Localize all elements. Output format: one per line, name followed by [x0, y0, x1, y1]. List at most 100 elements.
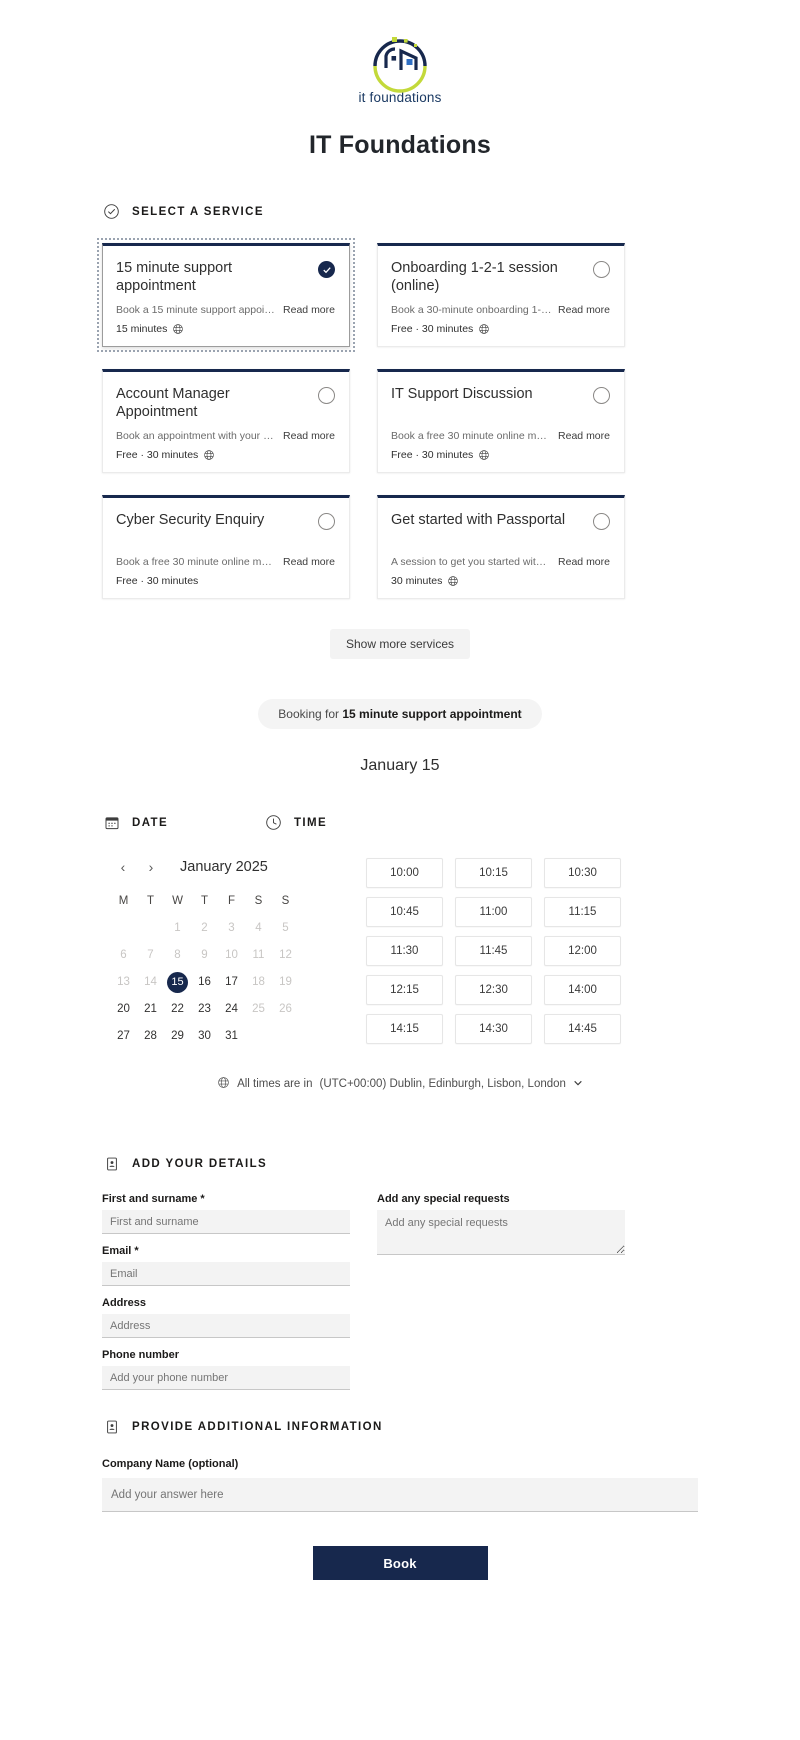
- service-meta: 15 minutes: [116, 323, 335, 335]
- service-card[interactable]: Cyber Security Enquiry Book a free 30 min…: [102, 495, 350, 599]
- time-slot-button[interactable]: 10:30: [544, 858, 621, 888]
- service-read-more-link[interactable]: Read more: [558, 304, 610, 316]
- service-read-more-link[interactable]: Read more: [558, 430, 610, 442]
- time-slot-button[interactable]: 12:30: [455, 975, 532, 1005]
- service-card[interactable]: 15 minute support appointment Book a 15 m…: [97, 238, 355, 352]
- service-read-more-link[interactable]: Read more: [283, 556, 335, 568]
- service-description: Book a 15 minute support appointment: [116, 304, 277, 316]
- it-foundations-logo: [362, 26, 438, 102]
- clock-icon: [264, 813, 283, 832]
- time-slot-button[interactable]: 11:15: [544, 897, 621, 927]
- calendar-day-disabled: 26: [279, 1003, 292, 1015]
- calendar: ‹ › January 2025 M T W T F S S 1 2 3 4 5 6 7 8 9 10 11 12 1…: [102, 832, 366, 1048]
- time-slot-button[interactable]: 11:45: [455, 936, 532, 966]
- page-title: IT Foundations: [309, 131, 491, 159]
- booking-banner-prefix: Booking for: [278, 707, 343, 721]
- contact-card-icon: [102, 1154, 121, 1173]
- calendar-day[interactable]: 29: [164, 1024, 191, 1048]
- time-slot-button[interactable]: 14:45: [544, 1014, 621, 1044]
- calendar-day[interactable]: 23: [191, 997, 218, 1021]
- date-time-body: ‹ › January 2025 M T W T F S S 1 2 3 4 5 6 7 8 9 10 11 12 1…: [0, 832, 800, 1048]
- calendar-day-selected[interactable]: 15: [164, 970, 191, 994]
- service-read-more-link[interactable]: Read more: [558, 556, 610, 568]
- service-name: Get started with Passportal: [391, 512, 566, 528]
- service-card-top: 15 minute support appointment: [116, 259, 335, 295]
- radio-checked-icon[interactable]: [318, 261, 335, 278]
- time-slot-button[interactable]: 14:30: [455, 1014, 532, 1044]
- time-slot-button[interactable]: 12:15: [366, 975, 443, 1005]
- calendar-day[interactable]: 17: [218, 970, 245, 994]
- service-card[interactable]: Onboarding 1-2-1 session (online) Book a …: [377, 243, 625, 347]
- form-field-input[interactable]: [102, 1262, 350, 1286]
- service-read-more-link[interactable]: Read more: [283, 430, 335, 442]
- radio-unchecked-icon[interactable]: [593, 387, 610, 404]
- calendar-day[interactable]: 31: [218, 1024, 245, 1048]
- service-card[interactable]: IT Support Discussion Book a free 30 minu…: [377, 369, 625, 473]
- calendar-day-disabled: 25: [252, 1003, 265, 1015]
- time-slot-button[interactable]: 10:15: [455, 858, 532, 888]
- additional-info-label: PROVIDE ADDITIONAL INFORMATION: [132, 1420, 383, 1433]
- select-service-header: SELECT A SERVICE: [102, 202, 800, 221]
- calendar-day-disabled: 4: [255, 922, 262, 934]
- service-name: IT Support Discussion: [391, 386, 533, 402]
- calendar-day-disabled: 9: [201, 949, 208, 961]
- form-field-input[interactable]: [102, 1314, 350, 1338]
- calendar-day[interactable]: 21: [137, 997, 164, 1021]
- calendar-day[interactable]: 28: [137, 1024, 164, 1048]
- time-slot-button[interactable]: 11:30: [366, 936, 443, 966]
- calendar-day[interactable]: 30: [191, 1024, 218, 1048]
- service-duration: 30 minutes: [391, 575, 443, 587]
- globe-icon: [203, 449, 215, 461]
- calendar-day[interactable]: 20: [110, 997, 137, 1021]
- form-field-label: Phone number: [102, 1349, 180, 1361]
- calendar-nav: ‹ › January 2025: [116, 858, 366, 876]
- time-slot-button[interactable]: 10:00: [366, 858, 443, 888]
- service-description: Book a free 30 minute online meeting wit…: [116, 556, 277, 568]
- time-slot-button[interactable]: 12:00: [544, 936, 621, 966]
- service-read-more-link[interactable]: Read more: [283, 304, 335, 316]
- globe-icon: [217, 1076, 230, 1092]
- company-name-input[interactable]: [102, 1478, 698, 1512]
- time-slot-button[interactable]: 14:00: [544, 975, 621, 1005]
- calendar-prev-month-button[interactable]: ‹: [116, 858, 130, 876]
- time-slot-button[interactable]: 10:45: [366, 897, 443, 927]
- calendar-next-month-button[interactable]: ›: [144, 858, 158, 876]
- radio-unchecked-icon[interactable]: [318, 387, 335, 404]
- service-card[interactable]: Account Manager Appointment Book an appoi…: [102, 369, 350, 473]
- selected-date-heading: January 15: [360, 757, 440, 774]
- chevron-down-icon[interactable]: [573, 1078, 583, 1090]
- book-button[interactable]: Book: [312, 1546, 488, 1580]
- service-description-row: A session to get you started with using …: [391, 556, 610, 568]
- calendar-day[interactable]: 24: [218, 997, 245, 1021]
- contact-card-icon: [102, 1417, 121, 1436]
- special-requests-input[interactable]: [377, 1210, 625, 1255]
- calendar-day-disabled: 5: [282, 922, 289, 934]
- details-label: ADD YOUR DETAILS: [132, 1157, 268, 1170]
- timezone-selector[interactable]: All times are in (UTC+00:00) Dublin, Edi…: [0, 1076, 800, 1092]
- service-card[interactable]: Get started with Passportal A session to …: [377, 495, 625, 599]
- service-card-top: Get started with Passportal: [391, 511, 610, 530]
- calendar-day-initial: S: [281, 895, 290, 907]
- form-field: First and surname *: [102, 1193, 350, 1234]
- time-slot-button[interactable]: 11:00: [455, 897, 532, 927]
- calendar-day-empty: [245, 1024, 272, 1048]
- calendar-month-label: January 2025: [180, 859, 268, 875]
- time-section-header: TIME: [264, 813, 327, 832]
- calendar-day[interactable]: 22: [164, 997, 191, 1021]
- service-description: A session to get you started with using …: [391, 556, 552, 568]
- form-field-input[interactable]: [102, 1210, 350, 1234]
- form-field-input[interactable]: [102, 1366, 350, 1390]
- radio-unchecked-icon[interactable]: [593, 261, 610, 278]
- calendar-day[interactable]: 16: [191, 970, 218, 994]
- time-slot-button[interactable]: 14:15: [366, 1014, 443, 1044]
- calendar-day[interactable]: 27: [110, 1024, 137, 1048]
- radio-unchecked-icon[interactable]: [593, 513, 610, 530]
- calendar-day-empty: [137, 916, 164, 940]
- globe-icon: [478, 323, 490, 335]
- calendar-day-disabled: 12: [279, 949, 292, 961]
- radio-unchecked-icon[interactable]: [318, 513, 335, 530]
- service-duration: Free · 30 minutes: [116, 449, 199, 461]
- calendar-day-number: 15: [167, 971, 188, 993]
- show-more-services-button[interactable]: Show more services: [329, 629, 471, 659]
- calendar-day-disabled: 11: [252, 949, 265, 961]
